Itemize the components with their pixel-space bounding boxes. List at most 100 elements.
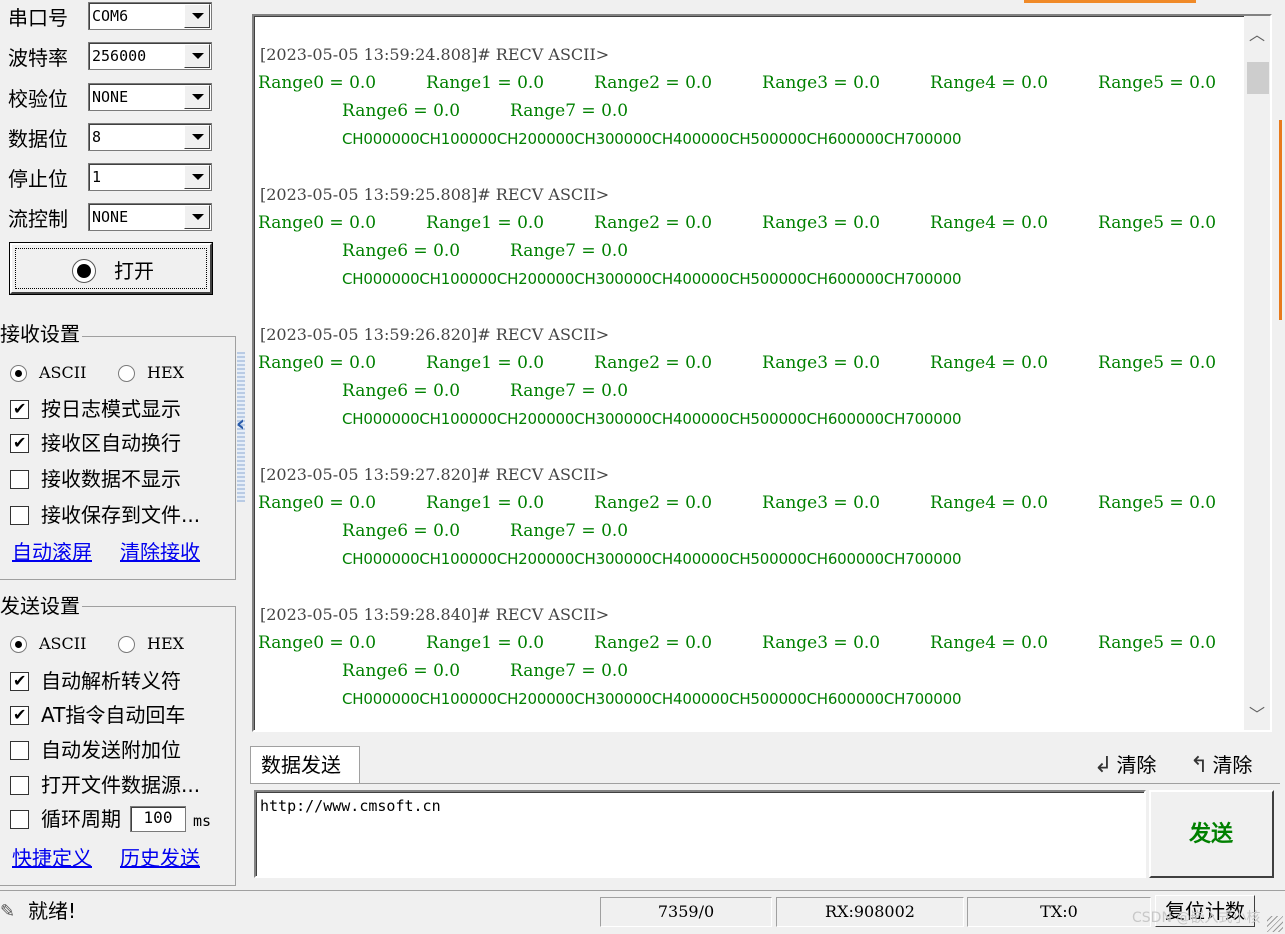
receive-area[interactable]: [2023-05-05 13:59:24.808]# RECV ASCII> R…	[252, 14, 1272, 732]
chevron-down-icon	[192, 174, 204, 180]
range-value: Range1 = 0.0	[426, 213, 545, 233]
parity-row: 校验位 NONE	[0, 83, 238, 113]
recv-option-hide[interactable]: 接收数据不显示	[10, 464, 238, 494]
databits-value: 8	[92, 128, 102, 146]
send-option-file[interactable]: 打开文件数据源...	[10, 770, 238, 800]
receive-scrollbar[interactable]: ︿ ﹀	[1244, 16, 1270, 730]
range-value: Range2 = 0.0	[594, 633, 713, 653]
send-ascii-radio[interactable]	[10, 636, 27, 653]
log-entry: [2023-05-05 13:59:26.820]# RECV ASCII> R…	[254, 324, 1244, 464]
range-value: Range1 = 0.0	[426, 633, 545, 653]
recv-mode-radios: ASCII HEX	[10, 360, 230, 386]
recv-save-checkbox[interactable]	[10, 506, 29, 525]
chevron-up-icon[interactable]: ︿	[1244, 20, 1270, 50]
send-option-at[interactable]: AT指令自动回车	[10, 700, 238, 730]
recv-hide-checkbox[interactable]	[10, 470, 29, 489]
range-value: Range4 = 0.0	[930, 213, 1049, 233]
range-value: Range4 = 0.0	[930, 73, 1049, 93]
channel-line: CH000000CH100000CH200000CH300000CH400000…	[342, 130, 962, 148]
clear-all-button[interactable]: ↰ 清除	[1190, 752, 1252, 779]
databits-select[interactable]: 8	[88, 123, 212, 151]
chevron-down-icon	[192, 53, 204, 59]
history-link[interactable]: 历史发送	[120, 846, 200, 870]
cycle-period-input[interactable]: 100	[130, 806, 186, 832]
shortcut-link[interactable]: 快捷定义	[12, 846, 92, 870]
clear-send-button[interactable]: ↲ 清除	[1094, 752, 1156, 779]
record-icon	[72, 259, 96, 283]
range-value: Range5 = 0.0	[1098, 353, 1217, 373]
chevron-left-icon[interactable]: ‹	[236, 414, 245, 436]
send-input[interactable]: http://www.cmsoft.cn	[254, 790, 1146, 878]
status-tx: TX:0	[967, 897, 1151, 927]
send-option-escape[interactable]: 自动解析转义符	[10, 666, 238, 696]
send-file-checkbox[interactable]	[10, 776, 29, 795]
range-value: Range2 = 0.0	[594, 213, 713, 233]
open-port-button[interactable]: 打开	[9, 242, 213, 295]
port-dropdown-button[interactable]	[184, 4, 210, 28]
range-value: Range6 = 0.0	[342, 521, 461, 541]
watermark: CSDN @嵌入式小核	[1132, 910, 1261, 926]
send-button[interactable]: 发送	[1149, 790, 1274, 878]
flowctrl-row: 流控制 NONE	[0, 203, 238, 233]
send-hex-radio[interactable]	[118, 636, 135, 653]
range-value: Range7 = 0.0	[510, 661, 629, 681]
port-select[interactable]: COM6	[88, 2, 212, 30]
send-escape-label: 自动解析转义符	[41, 669, 181, 693]
range-value: Range3 = 0.0	[762, 633, 881, 653]
recv-hex-label: HEX	[147, 363, 185, 382]
resize-grip-icon[interactable]	[1267, 916, 1283, 932]
recv-log-checkbox[interactable]	[10, 399, 29, 419]
databits-row: 数据位 8	[0, 123, 238, 153]
send-at-checkbox[interactable]	[10, 705, 29, 725]
channel-line: CH000000CH100000CH200000CH300000CH400000…	[342, 690, 962, 708]
range-value: Range3 = 0.0	[762, 353, 881, 373]
recv-option-wrap[interactable]: 接收区自动换行	[10, 428, 238, 458]
chevron-down-icon[interactable]: ﹀	[1244, 700, 1270, 730]
port-label: 串口号	[8, 6, 68, 30]
window-edge-accent	[1279, 120, 1282, 320]
status-text: 就绪!	[28, 899, 77, 923]
channel-line: CH000000CH100000CH200000CH300000CH400000…	[342, 410, 962, 428]
range-value: Range5 = 0.0	[1098, 633, 1217, 653]
autoscroll-link[interactable]: 自动滚屏	[12, 540, 92, 564]
send-at-label: AT指令自动回车	[41, 703, 186, 727]
chevron-down-icon	[192, 214, 204, 220]
range-value: Range1 = 0.0	[426, 73, 545, 93]
send-append-checkbox[interactable]	[10, 741, 29, 760]
parity-dropdown-button[interactable]	[184, 85, 210, 109]
port-value: COM6	[92, 7, 129, 25]
parity-label: 校验位	[8, 87, 68, 111]
databits-dropdown-button[interactable]	[184, 125, 210, 149]
recv-option-log[interactable]: 按日志模式显示	[10, 394, 238, 424]
baud-dropdown-button[interactable]	[184, 44, 210, 68]
recv-ascii-radio[interactable]	[10, 365, 27, 382]
flowctrl-select[interactable]: NONE	[88, 203, 212, 231]
send-input-value: http://www.cmsoft.cn	[260, 797, 441, 815]
open-port-label: 打开	[114, 259, 154, 283]
top-toolbar-strip	[252, 0, 1282, 12]
flowctrl-dropdown-button[interactable]	[184, 205, 210, 229]
parity-select[interactable]: NONE	[88, 83, 212, 111]
tab-data-send[interactable]: 数据发送	[250, 746, 360, 784]
range-value: Range6 = 0.0	[342, 381, 461, 401]
baud-value: 256000	[92, 47, 147, 65]
recv-option-save[interactable]: 接收保存到文件...	[10, 500, 238, 530]
send-option-append[interactable]: 自动发送附加位	[10, 735, 238, 765]
range-value: Range1 = 0.0	[426, 493, 545, 513]
send-escape-checkbox[interactable]	[10, 671, 29, 691]
scrollbar-thumb[interactable]	[1247, 62, 1269, 94]
recv-wrap-checkbox[interactable]	[10, 433, 29, 453]
recv-hex-radio[interactable]	[118, 365, 135, 382]
send-cycle-checkbox[interactable]	[10, 810, 29, 829]
baud-label: 波特率	[8, 46, 68, 70]
range-value: Range0 = 0.0	[258, 353, 377, 373]
send-file-label: 打开文件数据源...	[41, 773, 201, 797]
clear-recv-link[interactable]: 清除接收	[120, 540, 200, 564]
send-hex-label: HEX	[147, 634, 185, 653]
baud-select[interactable]: 256000	[88, 42, 212, 70]
stopbits-select[interactable]: 1	[88, 163, 212, 191]
stopbits-dropdown-button[interactable]	[184, 165, 210, 189]
range-value: Range7 = 0.0	[510, 101, 629, 121]
recv-save-label: 接收保存到文件...	[41, 503, 201, 527]
status-rx: RX:908002	[776, 897, 964, 927]
